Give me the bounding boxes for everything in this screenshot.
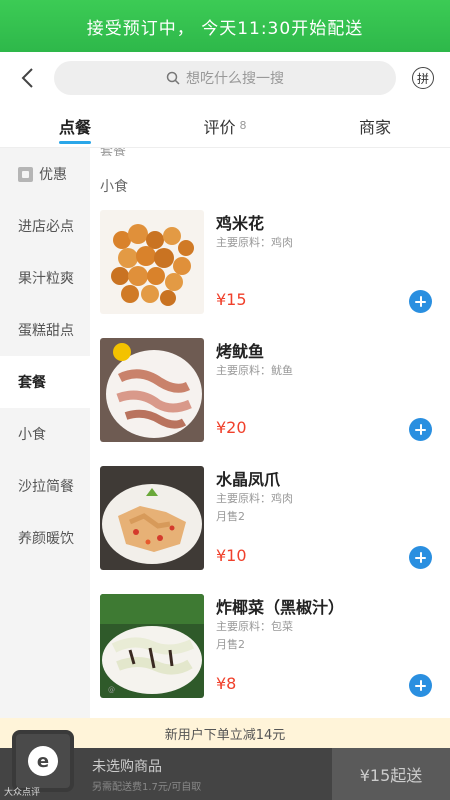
sidebar-item-salad[interactable]: 沙拉简餐 [0, 460, 90, 512]
item-name: 鸡米花 [216, 214, 265, 233]
item-monthly-sales: 月售2 [216, 638, 245, 651]
coupon-icon [18, 166, 33, 182]
tab-label: 评价 [203, 117, 236, 137]
promo-text: 新用户下单立减14元 [164, 727, 286, 743]
item-price: ¥10 [216, 546, 247, 565]
tab-label: 点餐 [58, 117, 91, 137]
sidebar-item-cake[interactable]: 蛋糕甜点 [0, 304, 90, 356]
sidebar-item-label: 果汁粒爽 [18, 271, 74, 287]
sidebar-item-label: 养颜暖饮 [18, 531, 74, 547]
sidebar-item-warm-drinks[interactable]: 养颜暖饮 [0, 512, 90, 564]
item-ingredient: 主要原料：鱿鱼 [216, 364, 293, 377]
item-ingredient: 主要原料：鸡肉 [216, 236, 293, 249]
food-image [100, 466, 204, 570]
item-ingredient: 主要原料：鸡肉 [216, 492, 293, 505]
menu-list: 套餐 小食 鸡米花 主要原料：鸡肉 ¥15 烤鱿鱼 主要原料：鱿鱼 ¥20 水晶… [90, 148, 450, 718]
add-to-cart-button[interactable] [409, 546, 432, 569]
sidebar-item-label: 优惠 [39, 167, 67, 183]
back-button[interactable] [0, 52, 54, 104]
sidebar-item-snacks[interactable]: 小食 [0, 408, 90, 460]
cart-summary: 未选购商品 另需配送费1.7元/可自取 [92, 756, 201, 793]
search-icon [166, 71, 180, 85]
menu-item[interactable]: 烤鱿鱼 主要原料：鱿鱼 ¥20 [100, 338, 440, 442]
sidebar-item-combo[interactable]: 套餐 [0, 356, 90, 408]
tab-bar: 点餐 评价 8 商家 [0, 104, 450, 148]
item-price: ¥20 [216, 418, 247, 437]
sidebar-item-label: 蛋糕甜点 [18, 323, 74, 339]
sidebar-item-label: 进店必点 [18, 219, 74, 235]
group-order-button[interactable]: 拼 [396, 52, 450, 104]
tab-label: 商家 [358, 117, 391, 137]
cart-title: 未选购商品 [92, 759, 162, 775]
item-name: 炸椰菜（黑椒汁） [216, 598, 345, 617]
item-monthly-sales: 月售2 [216, 510, 245, 523]
cart-button[interactable]: e [12, 730, 74, 792]
sidebar-item-label: 套餐 [18, 375, 46, 391]
search-input[interactable]: 想吃什么搜一搜 [54, 61, 396, 95]
food-image [100, 338, 204, 442]
item-ingredient: 主要原料：包菜 [216, 620, 293, 633]
delivery-banner: 接受预订中， 今天11:30开始配送 [0, 0, 450, 52]
banner-text: 接受预订中， 今天11:30开始配送 [86, 18, 364, 39]
checkout-button[interactable]: ¥15起送 [332, 748, 450, 800]
watermark: 大众点评 [4, 788, 41, 798]
add-to-cart-button[interactable] [409, 290, 432, 313]
previous-section-peek: 套餐 [100, 148, 127, 159]
item-price: ¥15 [216, 290, 247, 309]
cart-icon: e [28, 746, 58, 776]
checkout-label: ¥15起送 [359, 766, 423, 785]
search-bar: 想吃什么搜一搜 拼 [0, 52, 450, 104]
tab-reviews[interactable]: 评价 8 [150, 104, 300, 147]
svg-text:@: @ [108, 686, 115, 694]
item-name: 水晶凤爪 [216, 470, 281, 489]
section-title: 小食 [100, 179, 128, 195]
sidebar-item-juice[interactable]: 果汁粒爽 [0, 252, 90, 304]
menu-item[interactable]: 水晶凤爪 主要原料：鸡肉 月售2 ¥10 [100, 466, 440, 570]
item-price: ¥8 [216, 674, 237, 693]
tab-order[interactable]: 点餐 [0, 104, 150, 147]
search-placeholder: 想吃什么搜一搜 [186, 71, 284, 87]
cart-bar: e 未选购商品 另需配送费1.7元/可自取 ¥15起送 大众点评 [0, 730, 450, 800]
add-to-cart-button[interactable] [409, 418, 432, 441]
chevron-left-icon [21, 68, 33, 88]
category-sidebar: 优惠 进店必点 果汁粒爽 蛋糕甜点 套餐 小食 沙拉简餐 养颜暖饮 [0, 148, 90, 718]
sidebar-item-discounts[interactable]: 优惠 [0, 148, 90, 200]
sidebar-item-must-order[interactable]: 进店必点 [0, 200, 90, 252]
sidebar-item-label: 小食 [18, 427, 46, 443]
menu-item[interactable]: @ 炸椰菜（黑椒汁） 主要原料：包菜 月售2 ¥8 [100, 594, 440, 698]
pin-icon: 拼 [412, 67, 434, 89]
menu-item[interactable]: 鸡米花 主要原料：鸡肉 ¥15 [100, 210, 440, 314]
add-to-cart-button[interactable] [409, 674, 432, 697]
food-image [100, 210, 204, 314]
food-image: @ [100, 594, 204, 698]
delivery-fee-text: 另需配送费1.7元/可自取 [92, 782, 202, 793]
tab-merchant[interactable]: 商家 [300, 104, 450, 147]
item-name: 烤鱿鱼 [216, 342, 265, 361]
review-count: 8 [239, 119, 247, 132]
sidebar-item-label: 沙拉简餐 [18, 479, 74, 495]
